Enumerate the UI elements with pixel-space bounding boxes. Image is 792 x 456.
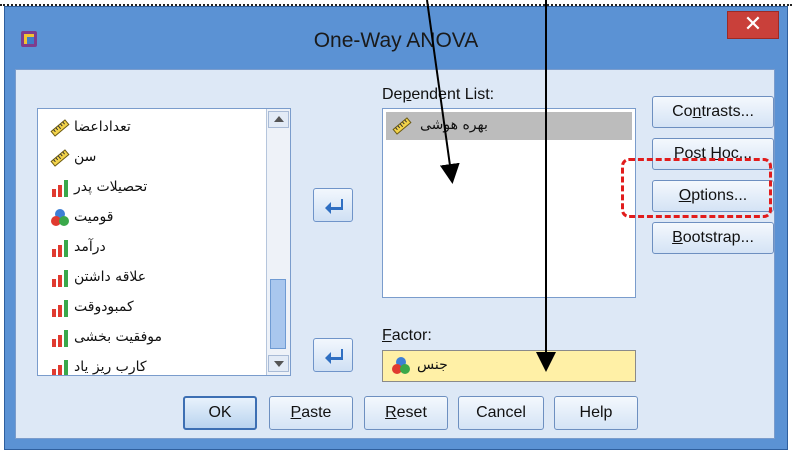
nominal-circles-icon <box>392 357 410 374</box>
ordinal-bar-icon <box>52 240 68 257</box>
source-items: تعداداعضا سن تحصیلات پدر قومیت درآمد علاقه دا… <box>38 109 266 375</box>
dependent-list-label: Dependent List: <box>382 86 495 103</box>
list-item[interactable]: علاقه داشتن <box>38 263 266 293</box>
dependent-variable-label: بهره هوشی <box>420 117 488 133</box>
list-item[interactable]: کارب ریز یاد <box>38 353 266 375</box>
ordinal-bar-icon <box>52 360 68 375</box>
chevron-down-icon <box>274 361 284 367</box>
close-button[interactable]: ✕ <box>727 11 779 39</box>
factor-value: جنس <box>417 357 448 373</box>
scroll-up-button[interactable] <box>268 111 289 128</box>
scale-ruler-icon <box>50 149 70 167</box>
scale-ruler-icon <box>392 117 412 135</box>
one-way-anova-dialog: One-Way ANOVA ✕ تعداداعضا سن تحصیلات پدر قو… <box>4 6 788 450</box>
window-title: One-Way ANOVA <box>313 29 479 52</box>
variable-label: موفقیت بخشی <box>74 329 163 345</box>
ordinal-bar-icon <box>52 270 68 287</box>
variable-label: تعداداعضا <box>74 119 131 135</box>
variable-label: درآمد <box>74 239 106 255</box>
factor-field[interactable]: جنس <box>382 350 636 382</box>
chevron-up-icon <box>274 116 284 122</box>
nominal-circles-icon <box>51 209 69 226</box>
list-item[interactable]: سن <box>38 143 266 173</box>
scroll-down-button[interactable] <box>268 355 289 372</box>
list-item[interactable]: تحصیلات پدر <box>38 173 266 203</box>
list-item[interactable]: موفقیت بخشی <box>38 323 266 353</box>
variable-label: سن <box>74 149 97 165</box>
dialog-body: تعداداعضا سن تحصیلات پدر قومیت درآمد علاقه دا… <box>15 69 775 439</box>
contrasts-button[interactable]: Contrasts... <box>652 96 774 128</box>
ordinal-bar-icon <box>52 300 68 317</box>
scroll-thumb[interactable] <box>270 279 286 349</box>
variable-label: علاقه داشتن <box>74 269 147 285</box>
reset-button[interactable]: Reset <box>364 396 448 430</box>
move-to-dependent-button[interactable] <box>313 188 353 222</box>
list-item[interactable]: تعداداعضا <box>38 113 266 143</box>
close-icon: ✕ <box>743 12 763 37</box>
ordinal-bar-icon <box>52 180 68 197</box>
source-list-scrollbar[interactable] <box>266 109 290 375</box>
scale-ruler-icon <box>50 119 70 137</box>
cancel-button[interactable]: Cancel <box>458 396 544 430</box>
list-item[interactable]: درآمد <box>38 233 266 263</box>
move-arrow-icon <box>325 349 343 364</box>
factor-label: Factor: <box>382 327 432 344</box>
ordinal-bar-icon <box>52 330 68 347</box>
move-to-factor-button[interactable] <box>313 338 353 372</box>
ok-button[interactable]: OK <box>183 396 257 430</box>
options-highlight-box <box>621 158 772 218</box>
list-item[interactable]: قومیت <box>38 203 266 233</box>
variable-label: قومیت <box>74 209 114 225</box>
source-variable-list[interactable]: تعداداعضا سن تحصیلات پدر قومیت درآمد علاقه دا… <box>37 108 291 376</box>
variable-label: کارب ریز یاد <box>74 359 147 375</box>
variable-label: تحصیلات پدر <box>74 179 148 195</box>
help-button[interactable]: Help <box>554 396 638 430</box>
dependent-list-item[interactable]: بهره هوشی <box>386 112 632 140</box>
bootstrap-button[interactable]: Bootstrap... <box>652 222 774 254</box>
variable-label: کمبودوقت <box>74 299 134 315</box>
move-arrow-icon <box>325 199 343 214</box>
list-item[interactable]: کمبودوقت <box>38 293 266 323</box>
title-bar: One-Way ANOVA ✕ <box>5 7 787 67</box>
dependent-list[interactable]: بهره هوشی <box>382 108 636 298</box>
paste-button[interactable]: Paste <box>269 396 353 430</box>
